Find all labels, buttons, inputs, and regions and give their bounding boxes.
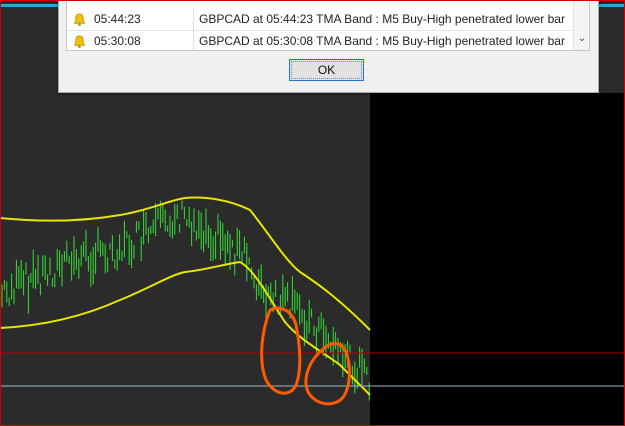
- bell-icon: [73, 35, 86, 48]
- alert-time: 05:44:23: [94, 12, 141, 26]
- alert-list[interactable]: 05:44:23 GBPCAD at 05:44:23 TMA Band : M…: [66, 0, 590, 51]
- ok-button[interactable]: OK: [289, 59, 364, 81]
- alert-row[interactable]: 05:30:08 GBPCAD at 05:30:08 TMA Band : M…: [67, 31, 572, 50]
- column-divider: [193, 31, 194, 50]
- candle-group: [1, 200, 370, 401]
- tma-upper-band: [0, 196, 371, 331]
- alert-dialog: 05:44:23 GBPCAD at 05:44:23 TMA Band : M…: [58, 0, 599, 93]
- list-scrollbar[interactable]: ⌄: [573, 0, 589, 50]
- alert-time: 05:30:08: [94, 34, 141, 48]
- column-divider: [193, 9, 194, 30]
- bell-icon: [73, 13, 86, 26]
- annotation-circle-left: [260, 306, 302, 395]
- chevron-down-icon[interactable]: ⌄: [574, 31, 589, 47]
- alert-row[interactable]: 05:44:23 GBPCAD at 05:44:23 TMA Band : M…: [67, 9, 572, 31]
- alert-message: GBPCAD at 05:44:23 TMA Band : M5 Buy-Hig…: [199, 12, 565, 26]
- alert-message: GBPCAD at 05:30:08 TMA Band : M5 Buy-Hig…: [199, 34, 565, 48]
